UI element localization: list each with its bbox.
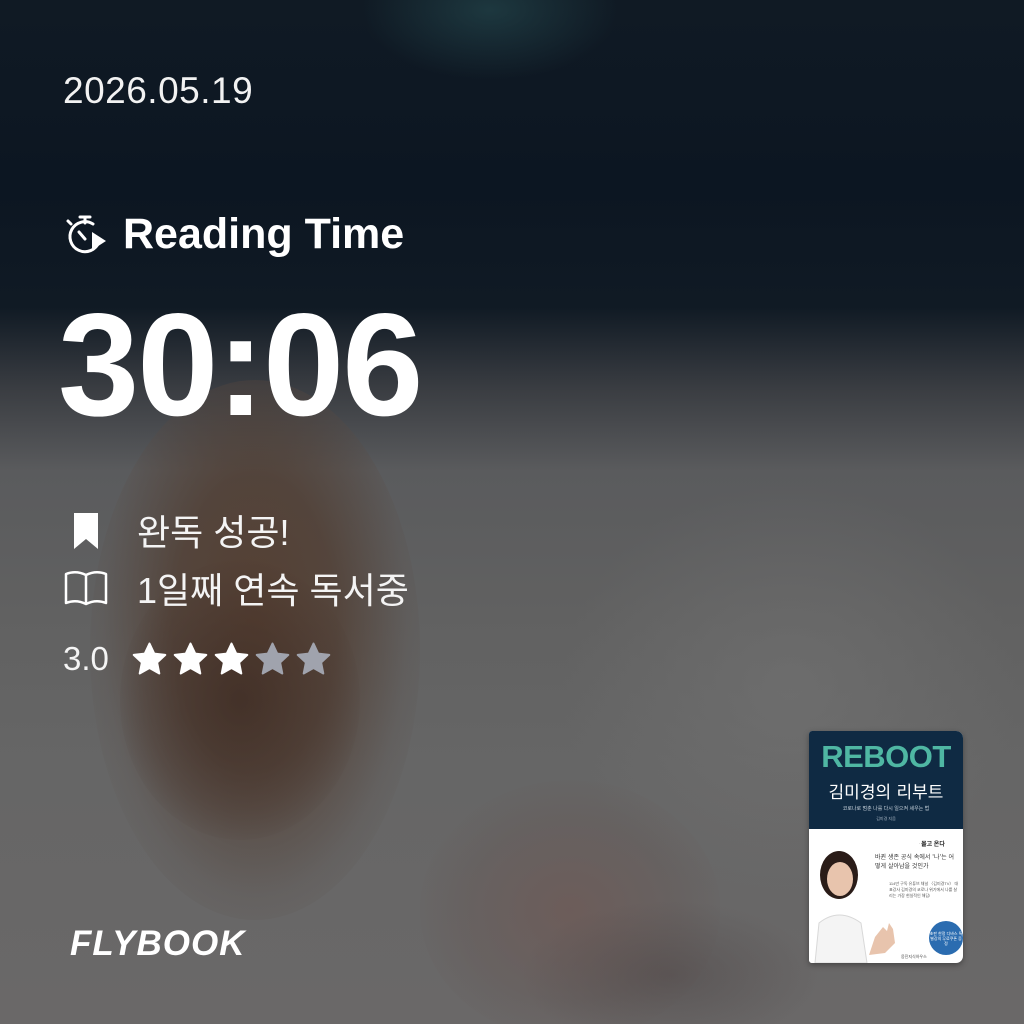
- book-cover-badge: 초판 한정 디바스 특별강의 무료쿠폰 증정: [929, 921, 963, 955]
- book-cover-author: 김미경 지음: [876, 816, 896, 821]
- book-rating: 3.0: [63, 640, 332, 678]
- book-cover-subtitle: 코로나로 멈춘 나를 다시 일으켜 세우는 법: [842, 806, 930, 812]
- rating-value: 3.0: [63, 640, 109, 677]
- reading-summary-card: 2026.05.19 Reading Time 30:06 완독 성공! 1일째…: [0, 0, 1024, 1024]
- book-cover-publisher: 웅진지식하우스: [901, 954, 927, 959]
- book-cover-blurb: 114만 구독 유튜브 채널 〈김미경TV〉 대표강사 김미경의 코로나 위기에…: [889, 881, 959, 898]
- reading-time-title: Reading Time: [123, 210, 405, 258]
- reading-time-heading: Reading Time: [63, 210, 404, 259]
- book-cover: REBOOT 김미경의 리부트 코로나로 멈춘 나를 다시 일으켜 세우는 법 …: [809, 731, 963, 963]
- reading-streak-status: 1일째 연속 독서중: [63, 562, 409, 614]
- star-empty-icon: [296, 642, 331, 674]
- book-cover-quote: 바뀐 생존 공식 속에서 '나'는 어떻게 살아남을 것인가: [875, 854, 955, 870]
- flybook-logo: FLYBOOK: [70, 924, 246, 963]
- reading-streak-text: 1일째 연속 독서중: [137, 570, 409, 611]
- star-empty-icon: [255, 642, 290, 674]
- book-cover-title-ko: 김미경의 리부트: [828, 783, 944, 803]
- stopwatch-play-icon: [66, 215, 106, 253]
- star-filled-icon: [173, 642, 208, 674]
- star-filled-icon: [132, 642, 167, 674]
- bookmark-icon: [74, 513, 98, 549]
- star-filled-icon: [214, 642, 249, 674]
- reading-time-value: 30:06: [58, 283, 423, 446]
- open-book-icon: [64, 571, 108, 606]
- rating-stars: [131, 641, 332, 678]
- book-cover-title-en: REBOOT: [821, 739, 951, 774]
- completion-status-text: 완독 성공!: [137, 512, 290, 553]
- date-label: 2026.05.19: [63, 70, 254, 111]
- completion-status: 완독 성공!: [63, 504, 289, 556]
